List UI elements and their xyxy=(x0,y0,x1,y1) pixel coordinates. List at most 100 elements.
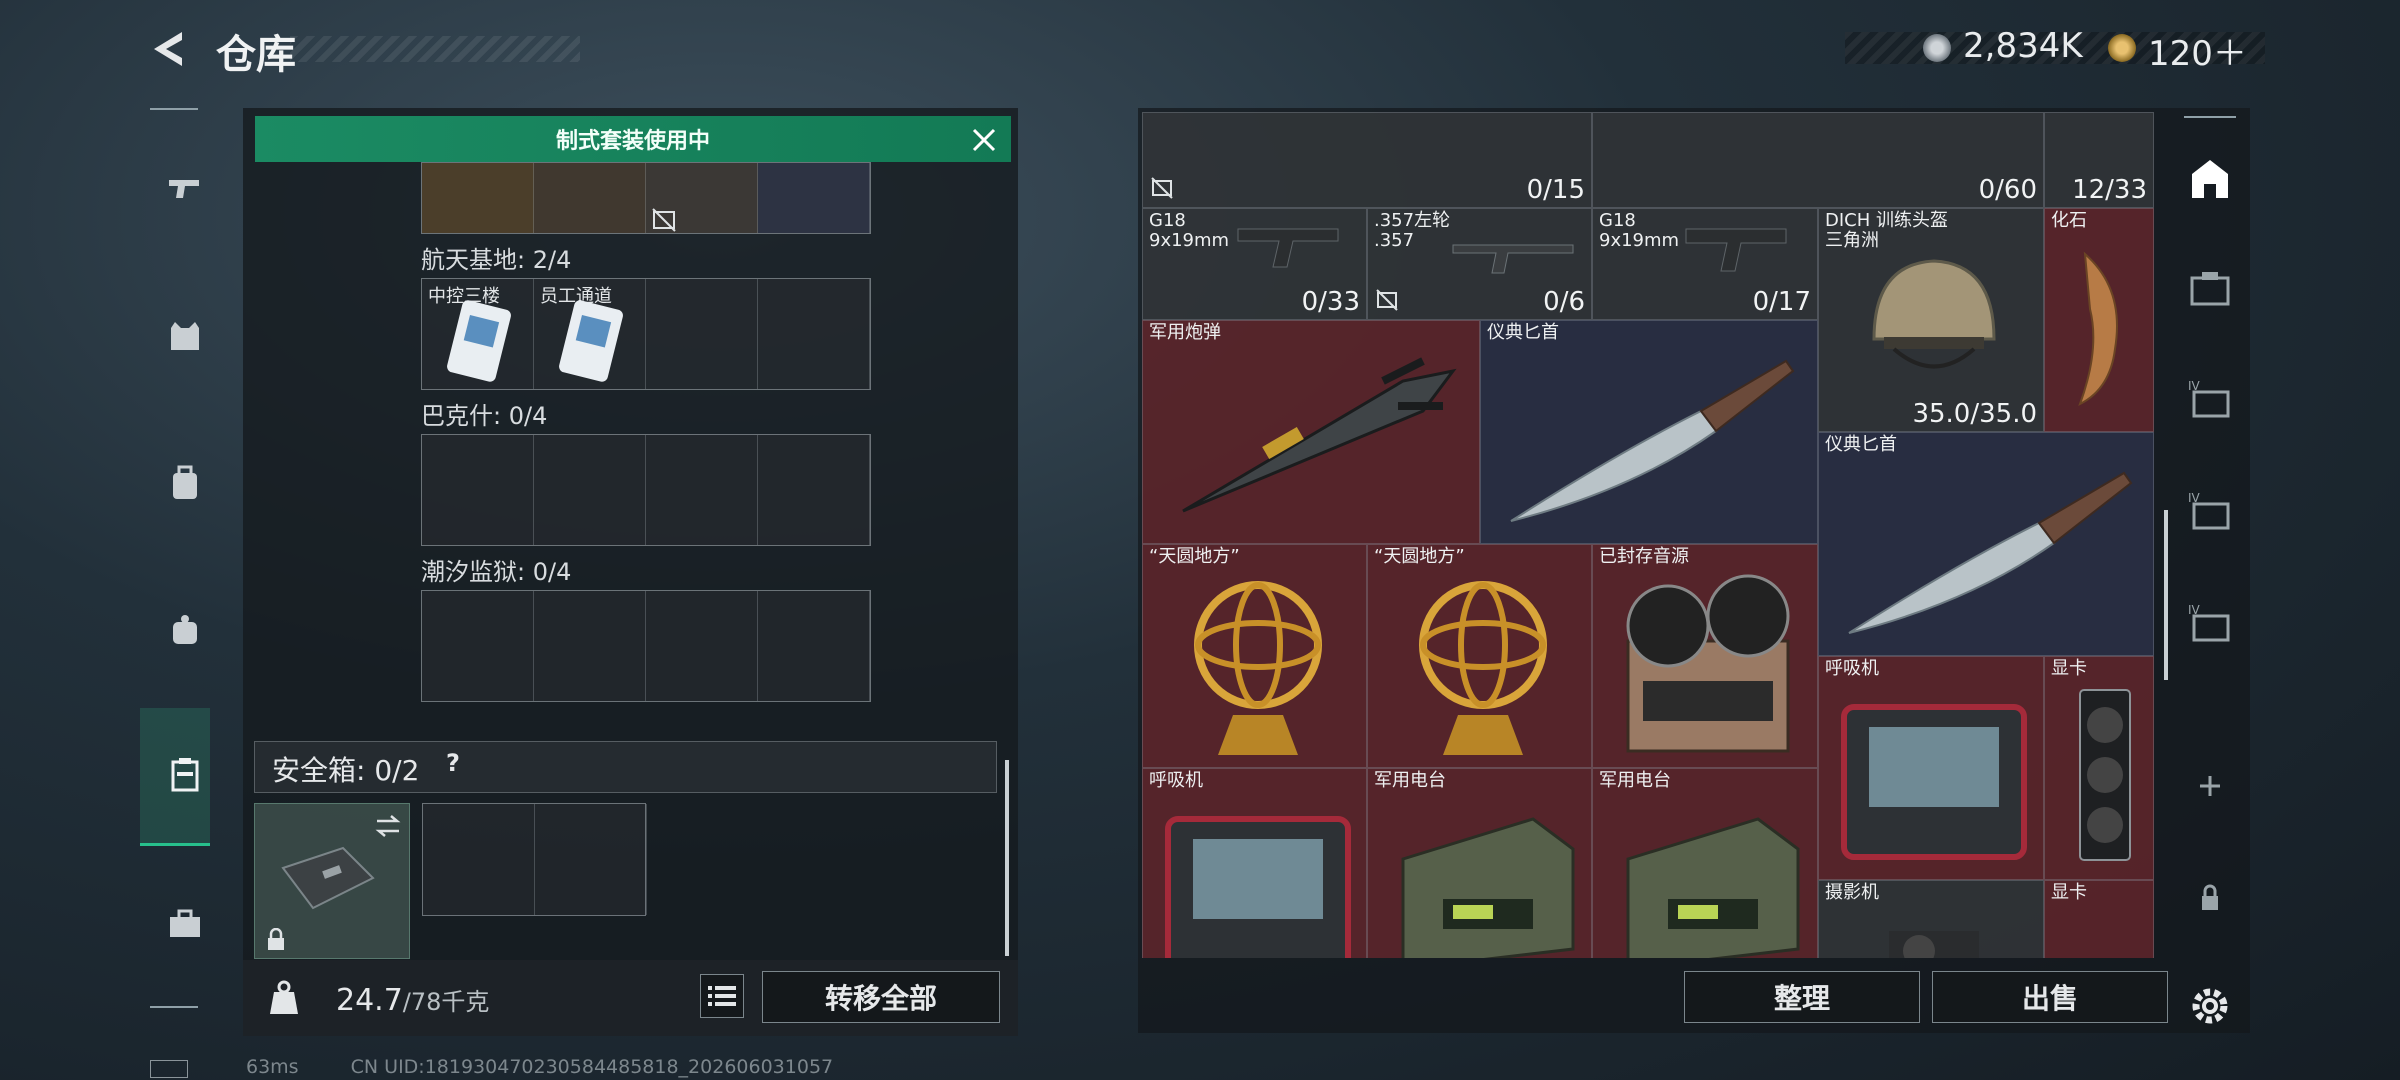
keycard-slot[interactable] xyxy=(422,591,534,701)
keycard-slot[interactable] xyxy=(422,435,534,545)
lock-icon[interactable] xyxy=(2180,868,2240,928)
storage-item-pistol[interactable]: G18 9x19mm 0/33 xyxy=(1142,208,1367,320)
pistol-art xyxy=(1685,228,1787,272)
storage-item-ventilator[interactable]: 呼吸机 xyxy=(1142,768,1367,958)
keycard-row-partial xyxy=(421,162,871,234)
preset-in-use-banner: 制式套装使用中 xyxy=(255,116,1011,162)
armillary-sphere-art xyxy=(1419,581,1547,755)
storage-grid: 0/15 0/60 12/33 G18 9x19mm 0/33 .357左轮 .… xyxy=(1142,112,2154,958)
keycard-slot[interactable] xyxy=(758,591,870,701)
storage-item-revolver[interactable]: .357左轮 .357 0/6 xyxy=(1367,208,1592,320)
safebox-label: 安全箱: 0/2 xyxy=(272,754,420,787)
armillary-sphere-art xyxy=(1194,581,1322,755)
home-icon[interactable] xyxy=(2180,148,2240,208)
item-count: 0/15 xyxy=(1526,175,1585,205)
storage-item-pistol[interactable]: G18 9x19mm 0/17 xyxy=(1592,208,1818,320)
shell-art xyxy=(1182,357,1457,513)
weight-readout: 24.7/78千克 xyxy=(336,982,489,1018)
section-label: 潮汐监狱: 0/4 xyxy=(421,558,572,586)
storage-item-gpu[interactable]: 显卡 xyxy=(2044,880,2154,958)
sell-button[interactable]: 出售 xyxy=(1932,971,2168,1023)
section-label: 巴克什: 0/4 xyxy=(421,402,548,430)
pistol-icon[interactable] xyxy=(150,158,220,218)
keycard-slot[interactable] xyxy=(758,435,870,545)
gold-currency-value[interactable]: 120＋ xyxy=(2148,26,2247,75)
svg-text:IV: IV xyxy=(2188,491,2201,505)
storage-item-radio[interactable]: 军用电台 xyxy=(1592,768,1818,958)
storage-item-fossil[interactable]: 化石 xyxy=(2044,208,2154,432)
safebox-slot[interactable] xyxy=(423,804,535,915)
keycard-slot[interactable] xyxy=(646,435,758,545)
case-iv-2-icon[interactable]: IV xyxy=(2180,482,2240,542)
pistol-art xyxy=(1237,228,1339,268)
keycard-slot[interactable] xyxy=(534,435,646,545)
safebox-item-slot[interactable] xyxy=(254,803,410,959)
weight-max: /78千克 xyxy=(402,988,490,1016)
nav-divider xyxy=(2184,116,2236,118)
storage-item-radio[interactable]: 军用电台 xyxy=(1367,768,1592,958)
camera-art xyxy=(1889,931,1979,958)
ventilator-art xyxy=(1841,704,2027,860)
item-count: 0/60 xyxy=(1978,175,2037,205)
safebox-case-icon xyxy=(281,846,375,910)
toolbox-icon[interactable] xyxy=(150,893,220,953)
storage-item-tape-recorder[interactable]: 已封存音源 xyxy=(1592,544,1818,768)
case-icon[interactable] xyxy=(2180,258,2240,318)
storage-tab-nav: IV IV IV xyxy=(2180,108,2240,1028)
keycard-grid xyxy=(421,590,871,702)
sort-button[interactable]: 整理 xyxy=(1684,971,1920,1023)
transfer-all-button[interactable]: 转移全部 xyxy=(762,971,1000,1023)
keycard-grid xyxy=(421,434,871,546)
storage-item[interactable]: 0/15 xyxy=(1142,112,1592,208)
no-insure-icon xyxy=(1376,289,1398,311)
item-name: 仪典匕首 xyxy=(1487,322,1559,343)
safebox-slot[interactable] xyxy=(535,804,647,915)
keycard-slot[interactable] xyxy=(646,591,758,701)
close-icon[interactable] xyxy=(968,124,1000,156)
item-count: 0/33 xyxy=(1301,287,1360,317)
item-name: DICH 训练头盔 三角洲 xyxy=(1825,210,1948,251)
storage-item[interactable]: 12/33 xyxy=(2044,112,2154,208)
item-name: 显卡 xyxy=(2051,658,2087,679)
silver-currency-value: 2,834K xyxy=(1963,26,2083,66)
storage-item-dagger[interactable]: 仪典匕首 xyxy=(1480,320,1818,544)
storage-item-gpu[interactable]: 显卡 xyxy=(2044,656,2154,880)
storage-item-helmet[interactable]: DICH 训练头盔 三角洲 35.0/35.0 xyxy=(1818,208,2044,432)
scrollbar[interactable] xyxy=(2164,510,2168,680)
case-iv-icon[interactable]: IV xyxy=(2180,370,2240,430)
scrollbar[interactable] xyxy=(1005,760,1009,956)
keycard-slot[interactable] xyxy=(534,591,646,701)
safebox-empty-slots xyxy=(422,803,647,916)
item-name: “天圆地方” xyxy=(1374,546,1465,567)
keycard-slot[interactable] xyxy=(758,279,870,389)
storage-item-ventilator[interactable]: 呼吸机 xyxy=(1818,656,2044,880)
storage-item[interactable]: 0/60 xyxy=(1592,112,2044,208)
tape-recorder-art xyxy=(1626,574,1790,753)
help-icon[interactable]: ? xyxy=(446,749,476,783)
item-name: G18 9x19mm xyxy=(1149,210,1230,251)
storage-item-dagger[interactable]: 仪典匕首 xyxy=(1818,432,2154,656)
item-count: 12/33 xyxy=(2072,175,2147,205)
case-iv-3-icon[interactable]: IV xyxy=(2180,594,2240,654)
safebox-icon[interactable] xyxy=(150,744,220,804)
page-title: 仓库 xyxy=(216,32,296,78)
revolver-art xyxy=(1452,244,1574,274)
plus-icon[interactable] xyxy=(2180,756,2240,816)
list-view-button[interactable] xyxy=(700,974,744,1018)
item-name: 已封存音源 xyxy=(1599,546,1689,567)
left-category-nav xyxy=(140,108,210,1008)
storage-item-armillary[interactable]: “天圆地方” xyxy=(1367,544,1592,768)
keycard-slot[interactable] xyxy=(646,279,758,389)
pouch-icon[interactable] xyxy=(150,600,220,660)
storage-item-camera[interactable]: 摄影机 xyxy=(1818,880,2044,958)
vest-icon[interactable] xyxy=(150,306,220,366)
backpack-icon[interactable] xyxy=(150,453,220,513)
swap-icon[interactable] xyxy=(373,812,403,840)
storage-item-shell[interactable]: 军用炮弹 xyxy=(1142,320,1480,544)
back-arrow-icon[interactable] xyxy=(148,28,190,70)
storage-item-armillary[interactable]: “天圆地方” xyxy=(1142,544,1367,768)
item-name: 化石 xyxy=(2051,210,2087,231)
title-decor-bar xyxy=(290,36,580,62)
ventilator-art xyxy=(1165,816,1351,958)
gear-icon[interactable] xyxy=(2180,976,2240,1036)
